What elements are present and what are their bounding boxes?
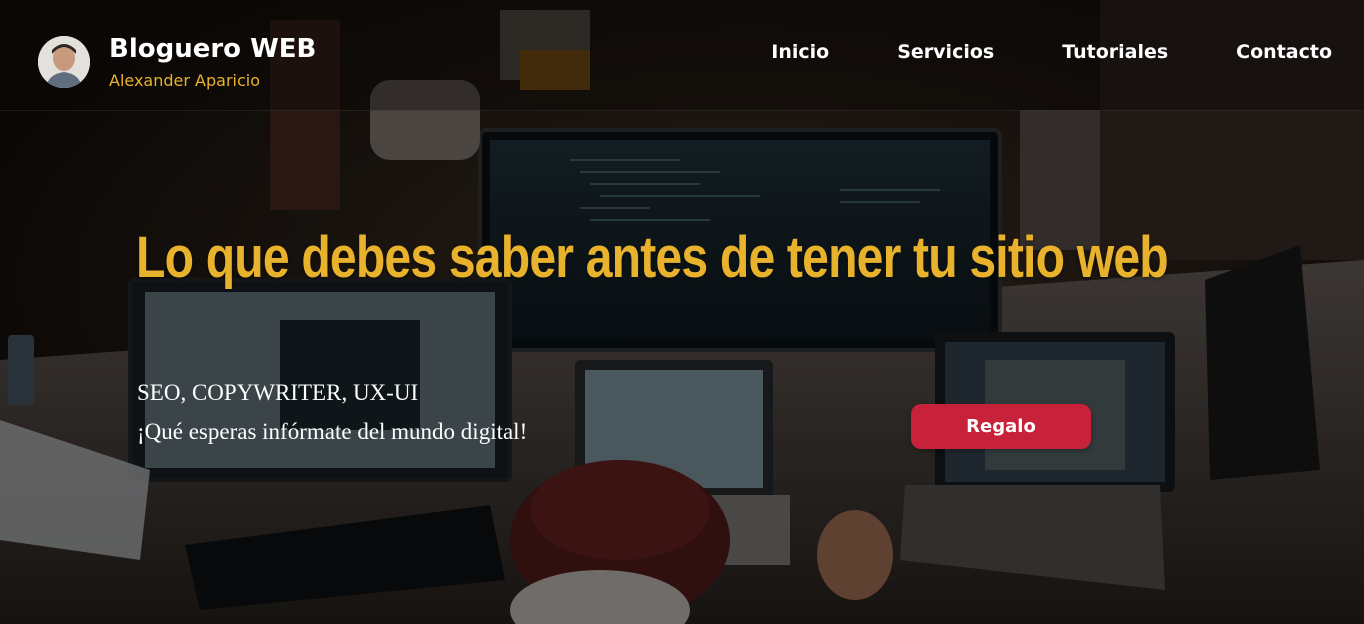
- hero-tagline: ¡Qué esperas infórmate del mundo digital…: [137, 419, 528, 444]
- avatar-portrait-icon: [38, 36, 90, 88]
- nav-link-servicios[interactable]: Servicios: [897, 41, 994, 63]
- hero-tags: SEO, COPYWRITER, UX-UI: [137, 380, 419, 405]
- site-author: Alexander Aparicio: [109, 71, 260, 90]
- top-navbar: Bloguero WEB Alexander Aparicio Inicio S…: [0, 0, 1364, 111]
- avatar[interactable]: [38, 36, 90, 88]
- hero-section: Bloguero WEB Alexander Aparicio Inicio S…: [0, 0, 1364, 624]
- nav-link-contacto[interactable]: Contacto: [1236, 41, 1332, 63]
- nav-link-inicio[interactable]: Inicio: [771, 41, 829, 63]
- hero-headline: Lo que debes saber antes de tener tu sit…: [136, 225, 1169, 290]
- main-nav: Inicio Servicios Tutoriales Contacto: [703, 41, 1332, 63]
- site-title[interactable]: Bloguero WEB: [109, 34, 316, 64]
- gift-button[interactable]: Regalo: [911, 404, 1091, 449]
- nav-link-tutoriales[interactable]: Tutoriales: [1062, 41, 1168, 63]
